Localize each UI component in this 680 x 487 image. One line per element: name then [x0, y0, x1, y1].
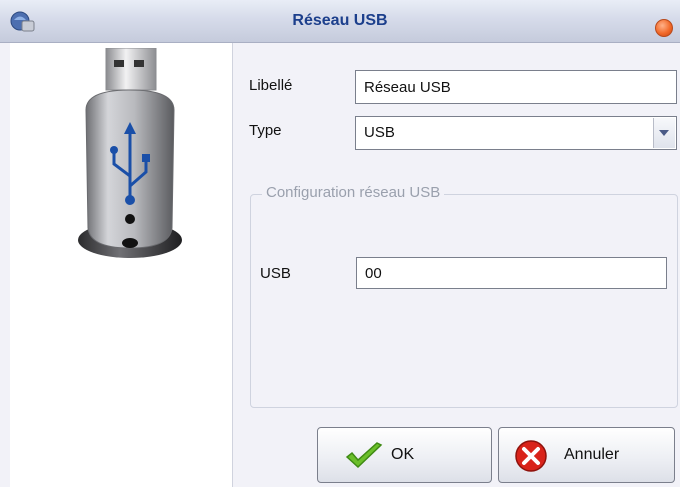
- side-image-panel: [10, 43, 233, 487]
- usb-input[interactable]: [356, 257, 667, 289]
- close-button[interactable]: [655, 19, 673, 37]
- libelle-label: Libellé: [249, 77, 293, 94]
- libelle-input[interactable]: [355, 70, 677, 104]
- type-label: Type: [249, 122, 282, 139]
- dropdown-button[interactable]: [653, 118, 675, 148]
- cancel-label: Annuler: [564, 446, 620, 463]
- chevron-down-icon: [659, 130, 669, 136]
- type-select[interactable]: USB: [355, 116, 677, 150]
- title-bar: Réseau USB: [0, 0, 680, 43]
- ok-button[interactable]: OK: [317, 427, 492, 483]
- window-title: Réseau USB: [292, 12, 388, 29]
- cancel-button[interactable]: Annuler: [498, 427, 675, 483]
- usb-config-group: [250, 194, 678, 408]
- usb-label: USB: [260, 265, 291, 282]
- cancel-x-icon: [515, 440, 547, 472]
- check-icon: [345, 442, 383, 469]
- ok-label: OK: [391, 446, 415, 463]
- usb-drive-icon: [78, 48, 182, 258]
- group-legend: Configuration réseau USB: [262, 184, 445, 201]
- type-select-value: USB: [364, 124, 395, 141]
